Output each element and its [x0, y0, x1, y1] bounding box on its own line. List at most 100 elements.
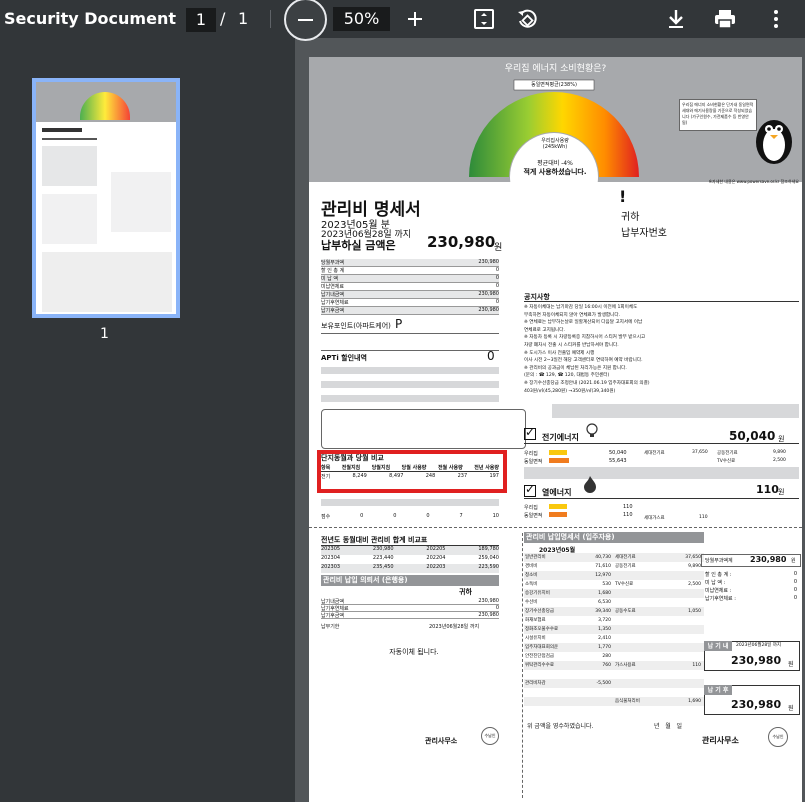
- resident-items: 일반관리비 40,730 세대전기료 37,650 경비비 71,610 공동전기료 9,89…: [524, 553, 704, 706]
- due-in-unit: 원: [788, 661, 794, 668]
- download-icon[interactable]: [664, 7, 688, 31]
- rotate-icon[interactable]: [515, 7, 539, 31]
- notice-body: ※ 자동이체대는 납기마감 당일 16:00시 이전에 1회이체도 부족하면 자동…: [524, 301, 799, 395]
- message-box: [321, 409, 526, 449]
- year-row: 202305 230,980 202205 189,780: [321, 546, 499, 555]
- resident-item-cell: 2,410: [598, 636, 611, 641]
- resident-item-cell: 입주자대표회의운: [525, 645, 559, 650]
- resident-item-cell: [581, 670, 614, 679]
- resident-item-row: [524, 688, 704, 697]
- resident-item-cell: 승강기유지비: [525, 591, 550, 596]
- resident-item-cell: [671, 652, 704, 661]
- zoom-input[interactable]: 50%: [333, 7, 390, 31]
- resident-item-row: 안전진단점검금 280: [524, 652, 704, 661]
- resident-item-row: [524, 670, 704, 679]
- elec-item: 공동전기료: [717, 451, 738, 456]
- resident-item-cell: 공동전기료: [615, 564, 636, 569]
- month-total-label: 당월부과액계: [705, 558, 733, 564]
- year-title: 전년도 동월대비 관리비 합계 비교표: [321, 536, 428, 544]
- auto-pay-text: 자동이체 됩니다.: [389, 648, 439, 656]
- resident-item-cell: [614, 634, 671, 643]
- charge-row: 미 납 액0: [321, 275, 499, 283]
- elec-item: TV수신료: [717, 459, 736, 464]
- notice-blank: [552, 404, 799, 418]
- resident-item-cell: [671, 625, 704, 634]
- charge-row: 납기내금액 230,980: [321, 291, 499, 299]
- resident-stamp: 수납인: [768, 727, 788, 747]
- resident-item-cell: [671, 571, 704, 580]
- points-value: P: [395, 317, 403, 331]
- year-row: 202303 235,450 202203 223,590: [321, 564, 499, 573]
- due-after-label: 납 기 후: [704, 685, 732, 695]
- resident-item-cell: [671, 643, 704, 652]
- page-number-input[interactable]: 1: [186, 8, 216, 32]
- thumbnail-sidebar: 1: [0, 38, 295, 802]
- source-note: ※자세한 내용은 www.powersave.or.kr 참조하세요: [708, 179, 799, 184]
- elec-item-value: 37,650: [692, 450, 708, 455]
- apti-value: 0: [487, 349, 495, 363]
- blank-row: [321, 367, 499, 374]
- resident-item-cell: 280: [602, 654, 611, 659]
- resident-item-cell: 37,650: [685, 555, 701, 560]
- heat-bar-mine: [549, 504, 567, 509]
- resident-item-row: 관리비차감 -5,500: [524, 679, 704, 688]
- resident-item-cell: 시설유지비: [525, 636, 546, 641]
- resident-item-cell: 일반관리비: [525, 555, 546, 560]
- lightbulb-icon: [586, 423, 598, 437]
- fit-page-icon[interactable]: [472, 7, 496, 31]
- bank-addressee: 귀하: [459, 588, 472, 596]
- resident-item-row: 장기수선충당금 39,340 공동수도료 1,050: [524, 607, 704, 616]
- heat-item: 세대가스료: [644, 516, 665, 521]
- resident-item-row: 입주자대표회의운 1,770: [524, 643, 704, 652]
- resident-item-cell: [671, 616, 704, 625]
- resident-item-cell: 9,890: [688, 564, 701, 569]
- page-thumbnail[interactable]: [32, 78, 180, 318]
- zoom-in-button[interactable]: [405, 9, 425, 29]
- resident-item-cell: 71,610: [595, 564, 611, 569]
- resident-item-cell: 110: [692, 663, 701, 668]
- resident-item-cell: [614, 625, 671, 634]
- highlight-box: [317, 450, 507, 493]
- resident-item-row: 경비비 71,610 공동전기료 9,890: [524, 562, 704, 571]
- bank-row: 납기내금액 230,980: [321, 598, 499, 605]
- resident-item-cell: 위탁관리수수료: [525, 663, 554, 668]
- blank-row: [321, 395, 499, 402]
- addressee: 귀하: [621, 212, 640, 223]
- resident-item-cell: [671, 634, 704, 643]
- page-total: 1: [238, 9, 249, 28]
- account-label: 납부자번호: [621, 228, 667, 239]
- resident-item-cell: [671, 679, 704, 688]
- resident-item-cell: TV수신료: [615, 582, 634, 587]
- elec-row-value: 55,643: [609, 458, 627, 464]
- resident-item-cell: 경비비: [525, 564, 538, 569]
- elec-label: 전기에너지: [542, 433, 579, 442]
- pdf-toolbar: Security Document 1 / 1 50%: [0, 0, 805, 41]
- energy-banner: 우리집 에너지 소비현황은? 동일면적평균(238%) 우리집사용량 (245k…: [309, 57, 802, 182]
- due-in-date: 2023년06월28일 까지: [736, 643, 782, 648]
- bank-due: 2023년06월28일 까지: [429, 624, 480, 630]
- due-after-unit: 원: [788, 705, 794, 712]
- elec-check-icon: ✓: [525, 425, 536, 439]
- print-icon[interactable]: [713, 7, 737, 31]
- more-options-icon[interactable]: [764, 7, 788, 31]
- resident-item-cell: [524, 688, 581, 697]
- pay-unit: 원: [494, 243, 503, 253]
- zoom-out-button[interactable]: [284, 0, 327, 41]
- resident-item-cell: [524, 697, 581, 706]
- summary-row: 납기후연체료 :0: [705, 595, 797, 602]
- heat-value: 110: [756, 483, 779, 496]
- resident-item-cell: [614, 589, 671, 598]
- resident-item-cell: 가스사용료: [615, 663, 636, 668]
- resident-item-cell: [671, 688, 704, 697]
- thumbnail-page-number: 1: [100, 326, 109, 342]
- resident-item-cell: 1,680: [598, 591, 611, 596]
- summary-row: 할 인 총 계 :0: [705, 571, 797, 578]
- right-summary: 할 인 총 계 :0 미 납 액 :0 미납연체료 :0 납기후연체료 :0: [705, 571, 797, 603]
- blank-row: [524, 467, 799, 479]
- bank-office: 관리사무소: [425, 737, 458, 745]
- resident-item-row: 소독비 530 TV수신료 2,500: [524, 580, 704, 589]
- heat-row-value: 110: [623, 512, 633, 518]
- cut-line: [309, 527, 802, 528]
- apti-label: APTi 할인내역: [321, 354, 367, 362]
- bank-title: 관리비 납입 의뢰서 (은행용): [321, 575, 499, 586]
